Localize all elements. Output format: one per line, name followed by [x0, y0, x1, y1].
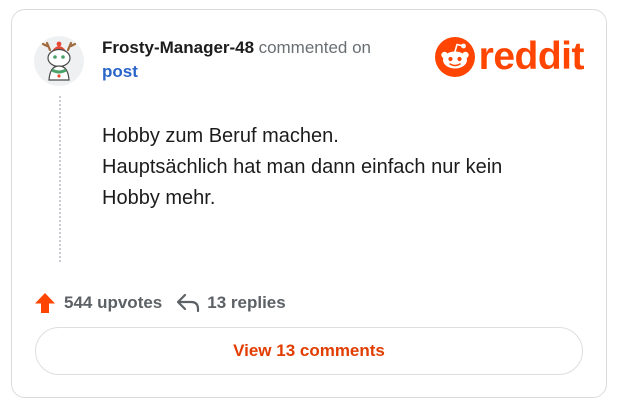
thread-line [59, 96, 61, 262]
comment-body-line: Hobby zum Beruf machen. [102, 125, 339, 147]
reply-count[interactable]: 13 replies [176, 293, 286, 313]
comment-stats: 544 upvotes 13 replies [34, 290, 286, 316]
snoo-deer-avatar-icon [34, 36, 84, 86]
comment-body-line: Hobby mehr. [102, 187, 216, 209]
post-link[interactable]: post [102, 62, 138, 82]
upvote-arrow-icon [35, 293, 55, 313]
view-comments-button[interactable]: View 13 comments [35, 327, 583, 375]
upvotes-label: 544 upvotes [64, 293, 163, 312]
replies-label: 13 replies [207, 293, 286, 312]
reply-arrow-icon [177, 293, 200, 313]
commented-on-text: commented on [258, 38, 372, 57]
username[interactable]: Frosty-Manager-48 [102, 38, 254, 57]
reddit-wordmark: reddit [478, 35, 585, 78]
upvote-count[interactable]: 544 upvotes [34, 292, 162, 314]
reddit-snoo-icon [434, 37, 475, 77]
reddit-logo[interactable]: reddit [434, 35, 585, 78]
avatar[interactable] [34, 36, 84, 86]
comment-body: Hobby zum Beruf machen. Hauptsächlich ha… [102, 121, 572, 214]
comment-card: Frosty-Manager-48 commented on post redd… [11, 9, 607, 398]
comment-body-line: Hauptsächlich hat man dann einfach nur k… [102, 156, 503, 178]
comment-header: Frosty-Manager-48 commented on post [102, 38, 422, 82]
